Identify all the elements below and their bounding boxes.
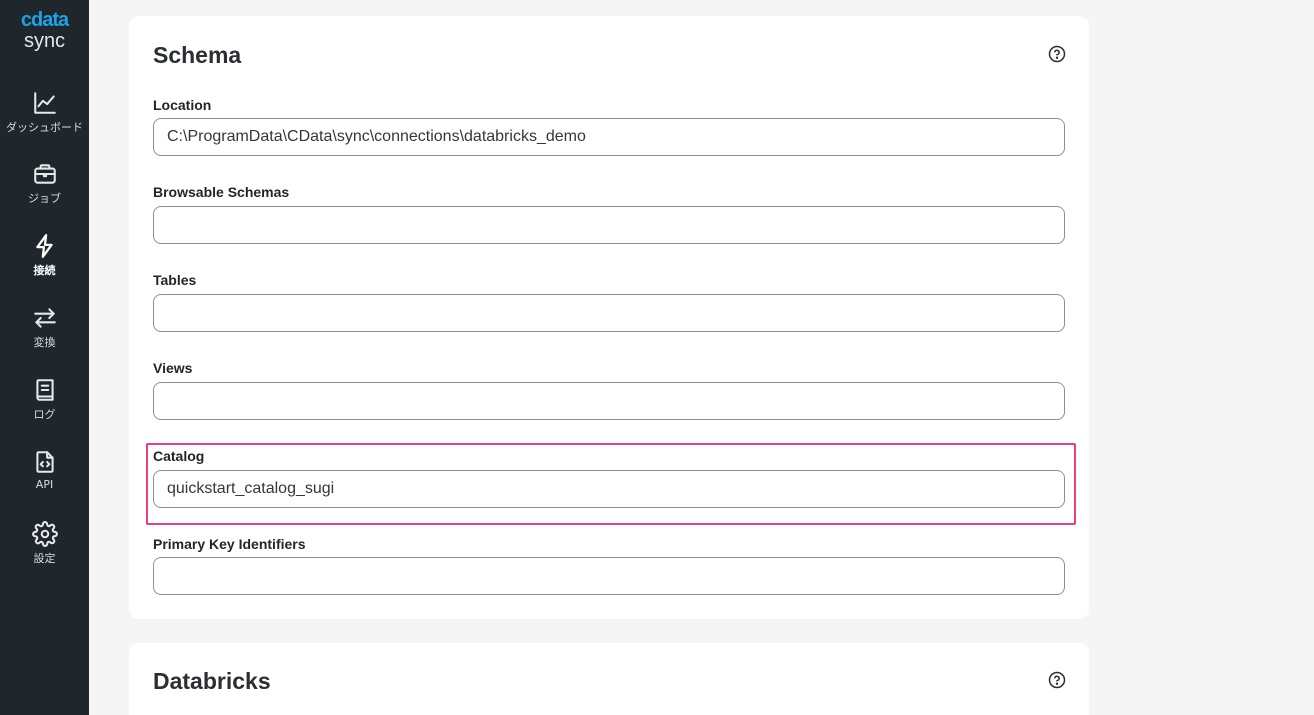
logo-sync-text: sync bbox=[23, 30, 66, 52]
help-icon[interactable] bbox=[1048, 45, 1066, 63]
catalog-label: Catalog bbox=[153, 448, 205, 464]
chart-line-icon bbox=[33, 92, 56, 114]
sidebar-item-connections[interactable]: 接続 bbox=[0, 233, 89, 289]
tables-input[interactable] bbox=[153, 294, 1065, 332]
sidebar-item-transform[interactable]: 変換 bbox=[0, 305, 89, 361]
views-input[interactable] bbox=[153, 382, 1065, 420]
sidebar-item-label: 設定 bbox=[33, 552, 56, 565]
sidebar-item-dashboard[interactable]: ダッシュボード bbox=[0, 90, 89, 146]
sidebar-item-logs[interactable]: ログ bbox=[0, 377, 89, 433]
tables-label: Tables bbox=[153, 272, 197, 288]
sidebar-item-jobs[interactable]: ジョブ bbox=[0, 161, 89, 217]
primary-key-identifiers-label: Primary Key Identifiers bbox=[153, 536, 306, 552]
file-code-icon bbox=[35, 451, 54, 473]
sidebar-item-label: 接続 bbox=[33, 264, 56, 277]
sidebar-item-settings[interactable]: 設定 bbox=[0, 521, 89, 577]
catalog-input[interactable] bbox=[153, 470, 1065, 508]
sidebar-item-label: API bbox=[35, 478, 54, 491]
databricks-card: Databricks bbox=[129, 643, 1089, 715]
location-label: Location bbox=[153, 97, 212, 113]
sidebar-item-label: 変換 bbox=[33, 336, 56, 349]
browsable-schemas-label: Browsable Schemas bbox=[153, 184, 290, 200]
gear-icon bbox=[31, 521, 58, 547]
views-label: Views bbox=[153, 360, 193, 376]
primary-key-identifiers-input[interactable] bbox=[153, 557, 1065, 595]
schema-title: Schema bbox=[153, 42, 242, 68]
sidebar-item-label: ログ bbox=[33, 408, 56, 421]
schema-card: Schema Location Browsable Schemas Tables… bbox=[129, 16, 1089, 619]
arrows-exchange-icon bbox=[33, 308, 56, 328]
sidebar-item-label: ダッシュボード bbox=[6, 121, 83, 134]
sidebar-item-label: ジョブ bbox=[28, 192, 61, 205]
app-logo[interactable]: cdata sync bbox=[0, 10, 89, 51]
book-icon bbox=[35, 379, 54, 401]
sidebar-item-api[interactable]: API bbox=[0, 449, 89, 505]
sidebar: cdata sync ダッシュボード ジョブ 接続 変換 ログ API 設定 bbox=[0, 0, 89, 715]
browsable-schemas-input[interactable] bbox=[153, 206, 1065, 244]
bolt-icon bbox=[35, 234, 53, 258]
databricks-title: Databricks bbox=[153, 668, 271, 694]
location-input[interactable] bbox=[153, 118, 1065, 156]
briefcase-icon bbox=[33, 164, 56, 184]
help-icon[interactable] bbox=[1048, 671, 1066, 689]
logo-cdata-text: cdata bbox=[20, 9, 69, 31]
